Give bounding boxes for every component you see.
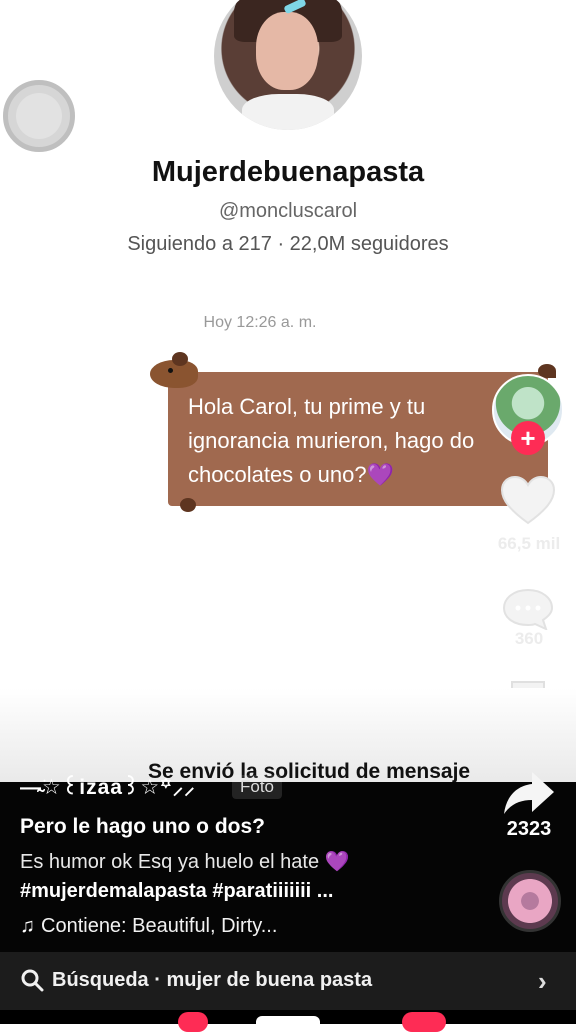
comment-icon[interactable] [502, 588, 554, 630]
message-text: Hola Carol, tu prime y tu ignorancia mur… [188, 394, 475, 487]
profile-handle: @moncluscarol [218, 200, 358, 222]
music-info[interactable]: ♫ Contiene: Beautiful, Dirty... [20, 915, 277, 938]
notification-badge [178, 1012, 208, 1032]
heart-icon[interactable] [500, 476, 556, 526]
music-disc[interactable] [499, 870, 561, 932]
record-button[interactable] [3, 80, 75, 152]
inbox-badge [402, 1012, 446, 1032]
request-sent-notice: Se envió la solicitud de mensaje [148, 760, 471, 783]
message-timestamp: Hoy 12:26 a. m. [203, 314, 317, 331]
post-hashtags[interactable]: #mujerdemalapasta #paratiiiiiii ... [20, 880, 333, 903]
comment-count: 360 [514, 629, 544, 648]
share-icon[interactable] [502, 770, 556, 818]
music-title: Contiene: Beautiful, Dirty... [41, 915, 278, 937]
profile-avatar[interactable] [214, 0, 362, 130]
follow-button[interactable]: + [511, 421, 545, 455]
profile-stats: Siguiendo a 217 · 22,0M seguidores [127, 233, 449, 255]
sausage-dog-head-sticker [150, 352, 198, 388]
photo-badge: Foto [232, 775, 283, 799]
post-username[interactable]: —̴͘☆꒰izaa꒱☆꙳⸝⸝ [20, 772, 196, 801]
post-description: Es humor ok Esq ya huelo el hate 💜 [20, 851, 350, 873]
create-button[interactable] [256, 1016, 320, 1024]
sausage-dog-foot-sticker [180, 498, 196, 512]
like-count: 66,5 mil [497, 534, 561, 553]
profile-name: Mujerdebuenapasta [151, 156, 425, 188]
share-count: 2323 [506, 818, 552, 840]
search-query[interactable]: Búsqueda · mujer de buena pasta [52, 969, 372, 992]
chevron-right-icon[interactable]: › [538, 966, 547, 997]
post-title: Pero le hago uno o dos? [20, 815, 266, 838]
search-icon [21, 969, 44, 992]
music-note-icon: ♫ [20, 915, 35, 937]
